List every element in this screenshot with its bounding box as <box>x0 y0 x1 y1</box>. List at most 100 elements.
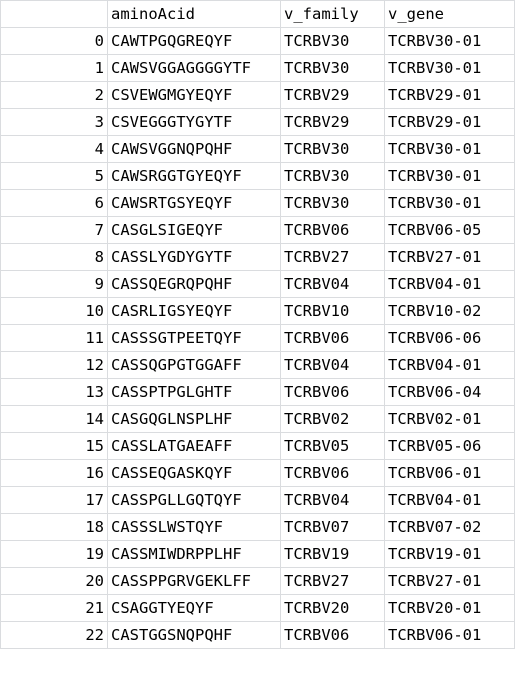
v_gene-cell[interactable]: TCRBV30-01 <box>384 135 515 163</box>
aminoAcid-cell[interactable]: CAWSVGGNQPQHF <box>107 135 281 163</box>
aminoAcid-cell[interactable]: CASSSLWSTQYF <box>107 513 281 541</box>
header-cell-v_gene[interactable]: v_gene <box>384 0 515 28</box>
row-index-cell[interactable]: 7 <box>0 216 108 244</box>
v_gene-cell[interactable]: TCRBV30-01 <box>384 54 515 82</box>
aminoAcid-cell[interactable]: CAWTPGQGREQYF <box>107 27 281 55</box>
v_gene-cell[interactable]: TCRBV30-01 <box>384 162 515 190</box>
v_gene-cell[interactable]: TCRBV30-01 <box>384 27 515 55</box>
aminoAcid-cell[interactable]: CASTGGSNQPQHF <box>107 621 281 649</box>
v_gene-cell[interactable]: TCRBV06-01 <box>384 621 515 649</box>
v_gene-cell[interactable]: TCRBV10-02 <box>384 297 515 325</box>
aminoAcid-cell[interactable]: CASSMIWDRPPLHF <box>107 540 281 568</box>
v_gene-cell[interactable]: TCRBV05-06 <box>384 432 515 460</box>
v_gene-cell[interactable]: TCRBV29-01 <box>384 81 515 109</box>
row-index-cell[interactable]: 20 <box>0 567 108 595</box>
aminoAcid-cell[interactable]: CASSLATGAEAFF <box>107 432 281 460</box>
row-index-cell[interactable]: 0 <box>0 27 108 55</box>
v_family-cell[interactable]: TCRBV10 <box>280 297 385 325</box>
row-index-cell[interactable]: 11 <box>0 324 108 352</box>
v_family-cell[interactable]: TCRBV19 <box>280 540 385 568</box>
aminoAcid-cell[interactable]: CASSSGTPEETQYF <box>107 324 281 352</box>
row-index-cell[interactable]: 21 <box>0 594 108 622</box>
v_family-cell[interactable]: TCRBV06 <box>280 459 385 487</box>
row-index-cell[interactable]: 3 <box>0 108 108 136</box>
v_gene-cell[interactable]: TCRBV06-06 <box>384 324 515 352</box>
v_family-cell[interactable]: TCRBV30 <box>280 189 385 217</box>
header-cell-aminoAcid[interactable]: aminoAcid <box>107 0 281 28</box>
v_family-cell[interactable]: TCRBV07 <box>280 513 385 541</box>
row-index-cell[interactable]: 14 <box>0 405 108 433</box>
v_family-cell[interactable]: TCRBV20 <box>280 594 385 622</box>
aminoAcid-cell[interactable]: CASSPTPGLGHTF <box>107 378 281 406</box>
header-cell-index[interactable] <box>0 0 108 28</box>
aminoAcid-cell[interactable]: CAWSVGGAGGGGYTF <box>107 54 281 82</box>
v_family-cell[interactable]: TCRBV04 <box>280 351 385 379</box>
v_gene-cell[interactable]: TCRBV02-01 <box>384 405 515 433</box>
aminoAcid-cell[interactable]: CAWSRTGSYEQYF <box>107 189 281 217</box>
aminoAcid-cell[interactable]: CASSPGLLGQTQYF <box>107 486 281 514</box>
v_gene-cell[interactable]: TCRBV27-01 <box>384 243 515 271</box>
v_family-cell[interactable]: TCRBV29 <box>280 81 385 109</box>
v_gene-cell[interactable]: TCRBV06-04 <box>384 378 515 406</box>
header-cell-v_family[interactable]: v_family <box>280 0 385 28</box>
v_gene-cell[interactable]: TCRBV20-01 <box>384 594 515 622</box>
v_family-cell[interactable]: TCRBV06 <box>280 378 385 406</box>
v_family-cell[interactable]: TCRBV30 <box>280 135 385 163</box>
v_gene-cell[interactable]: TCRBV04-01 <box>384 486 515 514</box>
v_family-cell[interactable]: TCRBV29 <box>280 108 385 136</box>
table-row: 7 CASGLSIGEQYF TCRBV06 TCRBV06-05 <box>0 216 515 244</box>
table-row: 1 CAWSVGGAGGGGYTF TCRBV30 TCRBV30-01 <box>0 54 515 82</box>
v_gene-cell[interactable]: TCRBV07-02 <box>384 513 515 541</box>
v_family-cell[interactable]: TCRBV06 <box>280 621 385 649</box>
row-index-cell[interactable]: 5 <box>0 162 108 190</box>
aminoAcid-cell[interactable]: CASRLIGSYEQYF <box>107 297 281 325</box>
row-index-cell[interactable]: 12 <box>0 351 108 379</box>
v_family-cell[interactable]: TCRBV02 <box>280 405 385 433</box>
aminoAcid-cell[interactable]: CASSQEGRQPQHF <box>107 270 281 298</box>
row-index-cell[interactable]: 4 <box>0 135 108 163</box>
v_family-cell[interactable]: TCRBV05 <box>280 432 385 460</box>
aminoAcid-cell[interactable]: CSVEGGGTYGYTF <box>107 108 281 136</box>
v_gene-cell[interactable]: TCRBV06-05 <box>384 216 515 244</box>
row-index-cell[interactable]: 16 <box>0 459 108 487</box>
aminoAcid-cell[interactable]: CASSEQGASKQYF <box>107 459 281 487</box>
row-index-cell[interactable]: 22 <box>0 621 108 649</box>
aminoAcid-cell[interactable]: CASSQGPGTGGAFF <box>107 351 281 379</box>
row-index-cell[interactable]: 19 <box>0 540 108 568</box>
v_gene-cell[interactable]: TCRBV29-01 <box>384 108 515 136</box>
v_family-cell[interactable]: TCRBV27 <box>280 567 385 595</box>
v_family-cell[interactable]: TCRBV06 <box>280 216 385 244</box>
v_family-cell[interactable]: TCRBV04 <box>280 486 385 514</box>
v_family-cell[interactable]: TCRBV06 <box>280 324 385 352</box>
aminoAcid-cell[interactable]: CSVEWGMGYEQYF <box>107 81 281 109</box>
v_family-cell[interactable]: TCRBV30 <box>280 54 385 82</box>
table-row: 22 CASTGGSNQPQHF TCRBV06 TCRBV06-01 <box>0 621 515 649</box>
row-index-cell[interactable]: 9 <box>0 270 108 298</box>
row-index-cell[interactable]: 17 <box>0 486 108 514</box>
v_family-cell[interactable]: TCRBV04 <box>280 270 385 298</box>
v_family-cell[interactable]: TCRBV27 <box>280 243 385 271</box>
v_gene-cell[interactable]: TCRBV04-01 <box>384 351 515 379</box>
row-index-cell[interactable]: 8 <box>0 243 108 271</box>
aminoAcid-cell[interactable]: CASGQGLNSPLHF <box>107 405 281 433</box>
row-index-cell[interactable]: 18 <box>0 513 108 541</box>
v_gene-cell[interactable]: TCRBV27-01 <box>384 567 515 595</box>
aminoAcid-cell[interactable]: CASGLSIGEQYF <box>107 216 281 244</box>
v_family-cell[interactable]: TCRBV30 <box>280 27 385 55</box>
v_gene-cell[interactable]: TCRBV06-01 <box>384 459 515 487</box>
v_gene-cell[interactable]: TCRBV19-01 <box>384 540 515 568</box>
aminoAcid-cell[interactable]: CSAGGTYEQYF <box>107 594 281 622</box>
row-index-cell[interactable]: 6 <box>0 189 108 217</box>
v_gene-cell[interactable]: TCRBV30-01 <box>384 189 515 217</box>
table-row: 15 CASSLATGAEAFF TCRBV05 TCRBV05-06 <box>0 432 515 460</box>
v_family-cell[interactable]: TCRBV30 <box>280 162 385 190</box>
row-index-cell[interactable]: 2 <box>0 81 108 109</box>
v_gene-cell[interactable]: TCRBV04-01 <box>384 270 515 298</box>
aminoAcid-cell[interactable]: CASSPPGRVGEKLFF <box>107 567 281 595</box>
row-index-cell[interactable]: 13 <box>0 378 108 406</box>
row-index-cell[interactable]: 10 <box>0 297 108 325</box>
aminoAcid-cell[interactable]: CASSLYGDYGYTF <box>107 243 281 271</box>
row-index-cell[interactable]: 1 <box>0 54 108 82</box>
row-index-cell[interactable]: 15 <box>0 432 108 460</box>
aminoAcid-cell[interactable]: CAWSRGGTGYEQYF <box>107 162 281 190</box>
